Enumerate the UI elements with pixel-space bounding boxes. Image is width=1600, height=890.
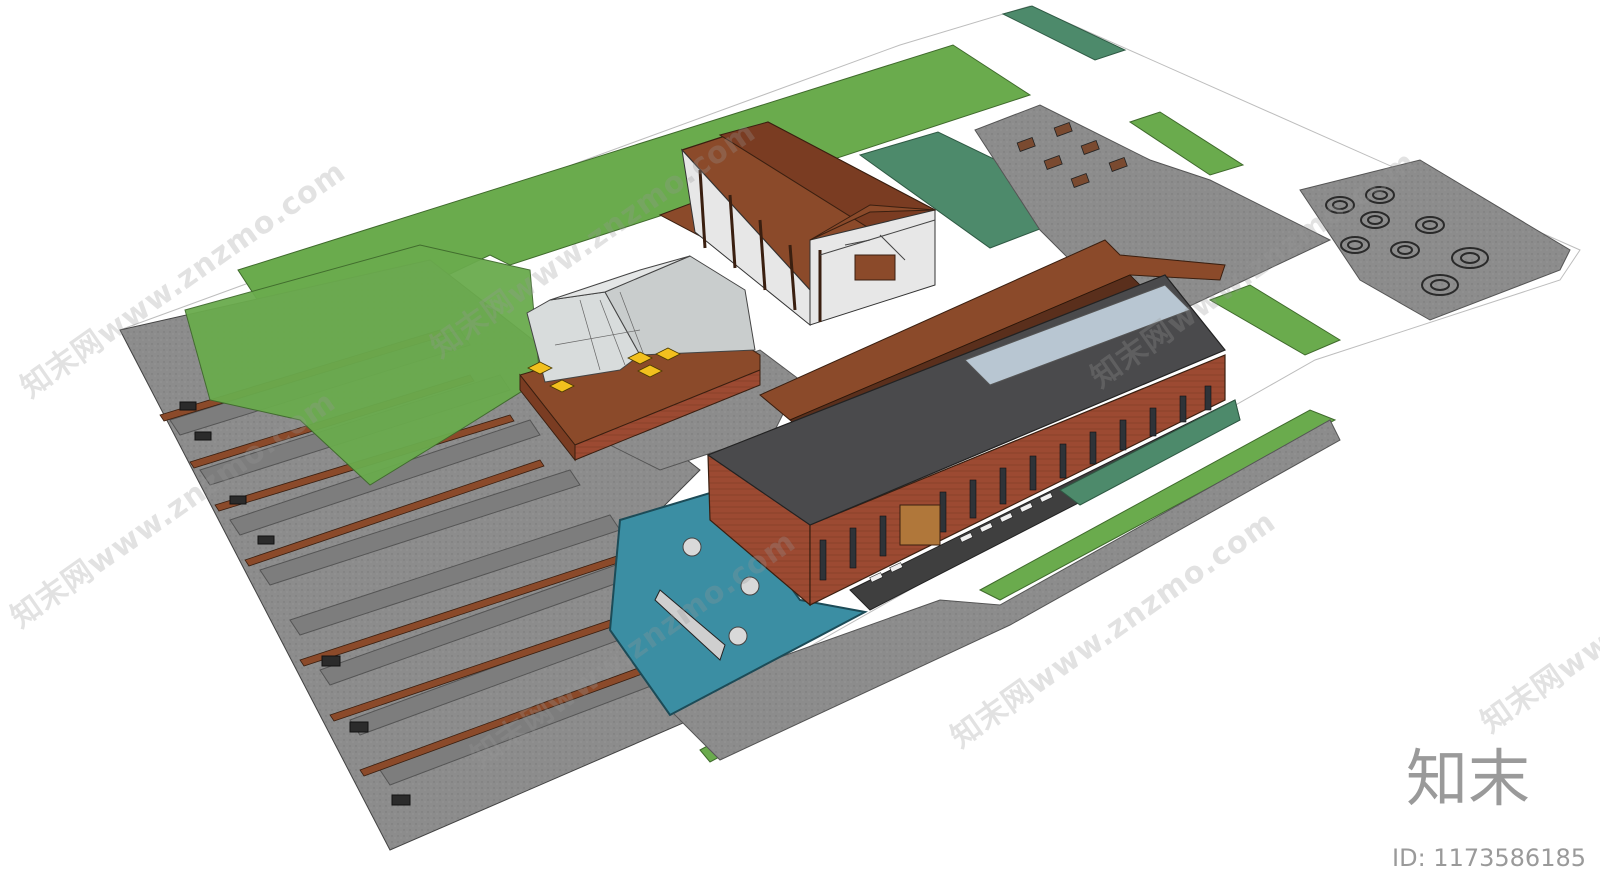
site-model-canvas bbox=[119, 5, 1581, 851]
znzmo-logo: 知末 bbox=[1405, 742, 1530, 815]
asset-id-label: ID: 1173586185 bbox=[1392, 844, 1586, 872]
